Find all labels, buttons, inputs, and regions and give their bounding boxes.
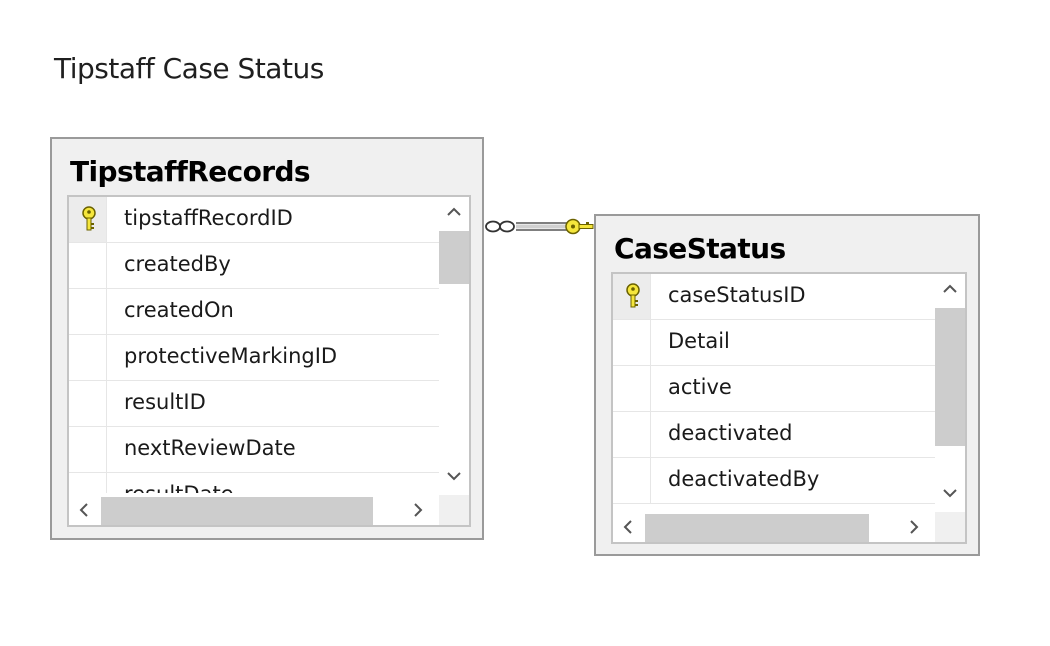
row-gutter [69, 289, 107, 334]
row-gutter [69, 473, 107, 493]
row-gutter [613, 366, 651, 411]
table-name: CaseStatus [614, 232, 786, 265]
table-casestatus[interactable]: CaseStatus caseStatusID Detail active de… [594, 214, 980, 556]
column-row-tipstaffrecordid[interactable]: tipstaffRecordID [69, 197, 439, 243]
column-row-casestatusid[interactable]: caseStatusID [613, 274, 935, 320]
column-name: Detail [668, 329, 730, 353]
scroll-left-button[interactable] [69, 495, 99, 525]
key-icon [626, 283, 640, 308]
chevron-down-icon [447, 472, 461, 481]
scroll-right-button[interactable] [899, 512, 929, 542]
column-name: resultID [124, 390, 206, 414]
scroll-down-button[interactable] [439, 461, 469, 491]
horizontal-scrollbar[interactable] [613, 512, 935, 542]
row-gutter [613, 458, 651, 503]
row-gutter [69, 335, 107, 380]
scroll-down-button[interactable] [935, 478, 965, 508]
key-icon [82, 206, 96, 231]
column-row-resultdate[interactable]: resultDate [69, 473, 439, 493]
column-name: createdBy [124, 252, 231, 276]
scroll-left-button[interactable] [613, 512, 643, 542]
chevron-right-icon [414, 503, 423, 517]
row-gutter [613, 274, 651, 319]
column-name: resultDate [124, 482, 234, 493]
chevron-up-icon [447, 207, 461, 216]
chevron-right-icon [910, 520, 919, 534]
horizontal-scroll-thumb[interactable] [101, 497, 373, 525]
horizontal-scroll-thumb[interactable] [645, 514, 869, 542]
column-row-deactivated[interactable]: deactivated [613, 412, 935, 458]
row-gutter [69, 381, 107, 426]
column-name: protectiveMarkingID [124, 344, 338, 368]
row-gutter [69, 427, 107, 472]
table-name: TipstaffRecords [70, 155, 311, 188]
column-row-createdby[interactable]: createdBy [69, 243, 439, 289]
row-gutter [69, 197, 107, 242]
infinity-icon [485, 220, 515, 233]
column-row-nextreviewdate[interactable]: nextReviewDate [69, 427, 439, 473]
column-name: deactivated [668, 421, 793, 445]
chevron-left-icon [623, 520, 632, 534]
vertical-scroll-thumb[interactable] [439, 231, 469, 284]
chevron-up-icon [943, 284, 957, 293]
scroll-right-button[interactable] [403, 495, 433, 525]
horizontal-scrollbar[interactable] [69, 495, 439, 525]
column-row-resultid[interactable]: resultID [69, 381, 439, 427]
vertical-scrollbar[interactable] [439, 197, 469, 493]
column-name: deactivatedBy [668, 467, 820, 491]
column-grid: caseStatusID Detail active deactivated d… [611, 272, 967, 544]
scrollbar-corner [439, 495, 469, 525]
vertical-scroll-thumb[interactable] [935, 308, 965, 446]
column-name: createdOn [124, 298, 234, 322]
scrollbar-corner [935, 512, 965, 542]
column-row-protectivemarkingid[interactable]: protectiveMarkingID [69, 335, 439, 381]
column-name: tipstaffRecordID [124, 206, 293, 230]
table-tipstaffrecords[interactable]: TipstaffRecords tipstaffRecordID created… [50, 137, 484, 540]
key-icon [565, 218, 594, 235]
column-grid: tipstaffRecordID createdBy createdOn pro… [67, 195, 471, 527]
chevron-left-icon [79, 503, 88, 517]
chevron-down-icon [943, 489, 957, 498]
row-gutter [69, 243, 107, 288]
column-name: nextReviewDate [124, 436, 296, 460]
scroll-up-button[interactable] [439, 197, 469, 227]
column-name: caseStatusID [668, 283, 806, 307]
column-list: caseStatusID Detail active deactivated d… [613, 274, 935, 510]
row-gutter [613, 320, 651, 365]
row-gutter [613, 412, 651, 457]
column-row-detail[interactable]: Detail [613, 320, 935, 366]
column-list: tipstaffRecordID createdBy createdOn pro… [69, 197, 439, 493]
scroll-up-button[interactable] [935, 274, 965, 304]
column-name: active [668, 375, 732, 399]
column-row-createdon[interactable]: createdOn [69, 289, 439, 335]
vertical-scrollbar[interactable] [935, 274, 965, 510]
column-row-deactivatedby[interactable]: deactivatedBy [613, 458, 935, 504]
column-row-active[interactable]: active [613, 366, 935, 412]
